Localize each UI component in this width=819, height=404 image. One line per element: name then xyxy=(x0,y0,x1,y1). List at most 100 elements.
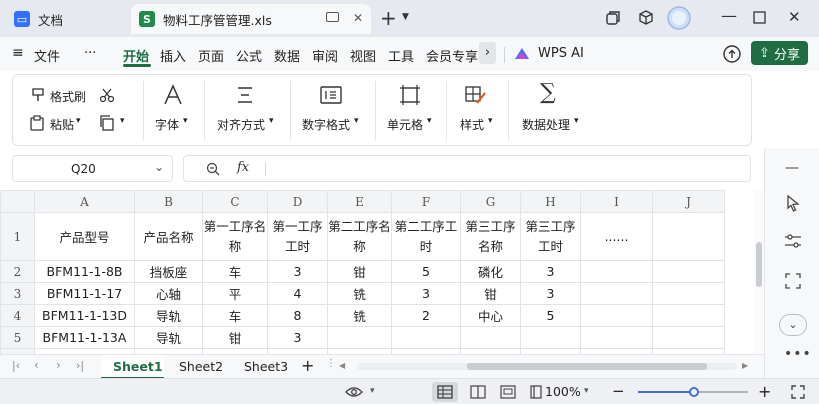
hscroll-left-icon[interactable]: ◀ xyxy=(339,361,345,370)
zoom-chevron-icon[interactable]: ▾ xyxy=(584,386,589,396)
cell[interactable]: 钳 xyxy=(460,282,521,305)
collapse-panel-icon[interactable]: — xyxy=(785,160,799,176)
menu-formula[interactable]: 公式 xyxy=(236,46,262,65)
normal-view-icon[interactable] xyxy=(437,385,453,399)
column-header[interactable]: I xyxy=(580,190,653,213)
cell[interactable] xyxy=(460,326,521,349)
cell[interactable]: 产品型号 xyxy=(34,212,135,261)
menu-data[interactable]: 数据 xyxy=(274,46,300,65)
cell[interactable]: 磷化 xyxy=(460,260,521,283)
menu-wps-ai[interactable]: WPS AI xyxy=(538,46,584,61)
eye-chevron-icon[interactable]: ▾ xyxy=(370,386,375,396)
expand-arrows-icon[interactable] xyxy=(784,272,802,290)
cell[interactable] xyxy=(652,282,725,305)
zoom-level[interactable]: 100% xyxy=(545,384,581,399)
row-header[interactable]: 1 xyxy=(0,212,35,261)
style-button[interactable]: 样式 xyxy=(460,116,484,133)
column-header[interactable]: E xyxy=(327,190,392,213)
hscroll-right-icon[interactable]: ▶ xyxy=(742,361,748,370)
cell[interactable]: 3 xyxy=(520,260,581,283)
cell[interactable] xyxy=(652,260,725,283)
more-options-icon[interactable]: ••• xyxy=(784,346,812,362)
chevron-right-icon[interactable]: › xyxy=(479,42,496,64)
first-sheet-icon[interactable]: |‹ xyxy=(12,359,20,372)
last-sheet-icon[interactable]: ›| xyxy=(76,359,84,372)
cell[interactable]: BFM11-1-13A xyxy=(34,326,135,349)
share-button[interactable]: ⇪ 分享 xyxy=(751,41,808,65)
menu-member[interactable]: 会员专享 xyxy=(426,46,478,65)
font-button[interactable]: 字体 xyxy=(155,116,179,133)
zoom-in-button[interactable]: + xyxy=(758,382,771,401)
cell[interactable]: 第二工序工时 xyxy=(391,212,461,261)
row-header[interactable]: 3 xyxy=(0,282,35,305)
font-chevron-icon[interactable]: ▾ xyxy=(183,116,188,126)
zoom-icon[interactable] xyxy=(206,162,220,176)
function-icon[interactable]: fx xyxy=(237,160,249,175)
hamburger-icon[interactable]: ≡ xyxy=(12,45,24,61)
sheet-tab-1[interactable]: Sheet1 xyxy=(113,359,163,374)
window-copy-icon[interactable] xyxy=(605,10,621,26)
data-process-button[interactable]: 数据处理 xyxy=(522,116,570,133)
cell[interactable]: 8 xyxy=(267,304,328,327)
menu-review[interactable]: 审阅 xyxy=(312,46,338,65)
cube-icon[interactable] xyxy=(637,9,655,27)
menu-home[interactable]: 开始 xyxy=(123,46,149,65)
cell[interactable]: 5 xyxy=(391,260,461,283)
fullscreen-icon[interactable] xyxy=(790,384,806,400)
cell[interactable]: 心轴 xyxy=(134,282,203,305)
menu-more[interactable]: ··· xyxy=(84,46,96,61)
format-painter-button[interactable]: 格式刷 xyxy=(50,88,86,105)
cell[interactable] xyxy=(652,304,725,327)
maximize-icon[interactable] xyxy=(753,11,766,24)
cell[interactable]: 3 xyxy=(391,282,461,305)
horizontal-scrollbar[interactable] xyxy=(357,363,737,370)
cell[interactable]: 车 xyxy=(202,260,268,283)
name-box-chevron-icon[interactable]: ⌄ xyxy=(154,160,164,174)
cut-icon[interactable] xyxy=(99,87,115,103)
menu-insert[interactable]: 插入 xyxy=(160,46,186,65)
minimize-icon[interactable]: — xyxy=(721,6,737,25)
cell[interactable]: 导轨 xyxy=(134,326,203,349)
cell[interactable]: 产品名称 xyxy=(134,212,203,261)
cell[interactable]: BFM11-1-8B xyxy=(34,260,135,283)
cell[interactable]: 第三工序工时 xyxy=(520,212,581,261)
cell[interactable] xyxy=(652,212,725,261)
cell[interactable]: 钳 xyxy=(202,326,268,349)
prev-sheet-icon[interactable]: ‹ xyxy=(34,358,39,372)
cell[interactable]: 导轨 xyxy=(134,304,203,327)
cell[interactable]: 4 xyxy=(267,282,328,305)
close-tab-icon[interactable]: ✕ xyxy=(353,11,363,25)
cell[interactable] xyxy=(580,282,653,305)
column-header[interactable]: J xyxy=(652,190,725,213)
menu-file[interactable]: 文件 xyxy=(34,46,60,65)
column-header[interactable]: C xyxy=(202,190,268,213)
cell[interactable] xyxy=(580,326,653,349)
column-header[interactable]: G xyxy=(460,190,521,213)
cell[interactable]: 第一工序工时 xyxy=(267,212,328,261)
name-box[interactable]: Q20 ⌄ xyxy=(12,155,173,182)
cell[interactable]: 中心 xyxy=(460,304,521,327)
cell[interactable] xyxy=(580,304,653,327)
cell[interactable]: 3 xyxy=(267,326,328,349)
cell[interactable]: BFM11-1-17 xyxy=(34,282,135,305)
paste-button[interactable]: 粘贴 xyxy=(50,116,74,133)
cell[interactable]: 3 xyxy=(267,260,328,283)
copy-chevron-icon[interactable]: ▾ xyxy=(120,116,125,126)
cell-chevron-icon[interactable]: ▾ xyxy=(427,116,432,126)
cell[interactable]: 第二工序名称 xyxy=(327,212,392,261)
zoom-slider-handle[interactable] xyxy=(689,387,699,397)
cell[interactable]: 2 xyxy=(391,304,461,327)
cell[interactable]: 平 xyxy=(202,282,268,305)
cell[interactable]: 第三工序名称 xyxy=(460,212,521,261)
panel-expand-chevron-icon[interactable]: ⌄ xyxy=(779,314,807,336)
cloud-upload-icon[interactable] xyxy=(722,44,742,64)
vertical-scroll-thumb[interactable] xyxy=(756,242,762,287)
row-header[interactable]: 5 xyxy=(0,326,35,349)
reading-view-icon[interactable] xyxy=(529,385,543,399)
tab-spreadsheet-file[interactable]: S 物料工序管管理.xls ✕ xyxy=(131,4,371,34)
zoom-out-button[interactable]: − xyxy=(612,382,625,400)
cell[interactable]: 3 xyxy=(520,282,581,305)
cell[interactable]: 铣 xyxy=(327,282,392,305)
next-sheet-icon[interactable]: › xyxy=(56,358,61,372)
column-header[interactable]: F xyxy=(391,190,461,213)
